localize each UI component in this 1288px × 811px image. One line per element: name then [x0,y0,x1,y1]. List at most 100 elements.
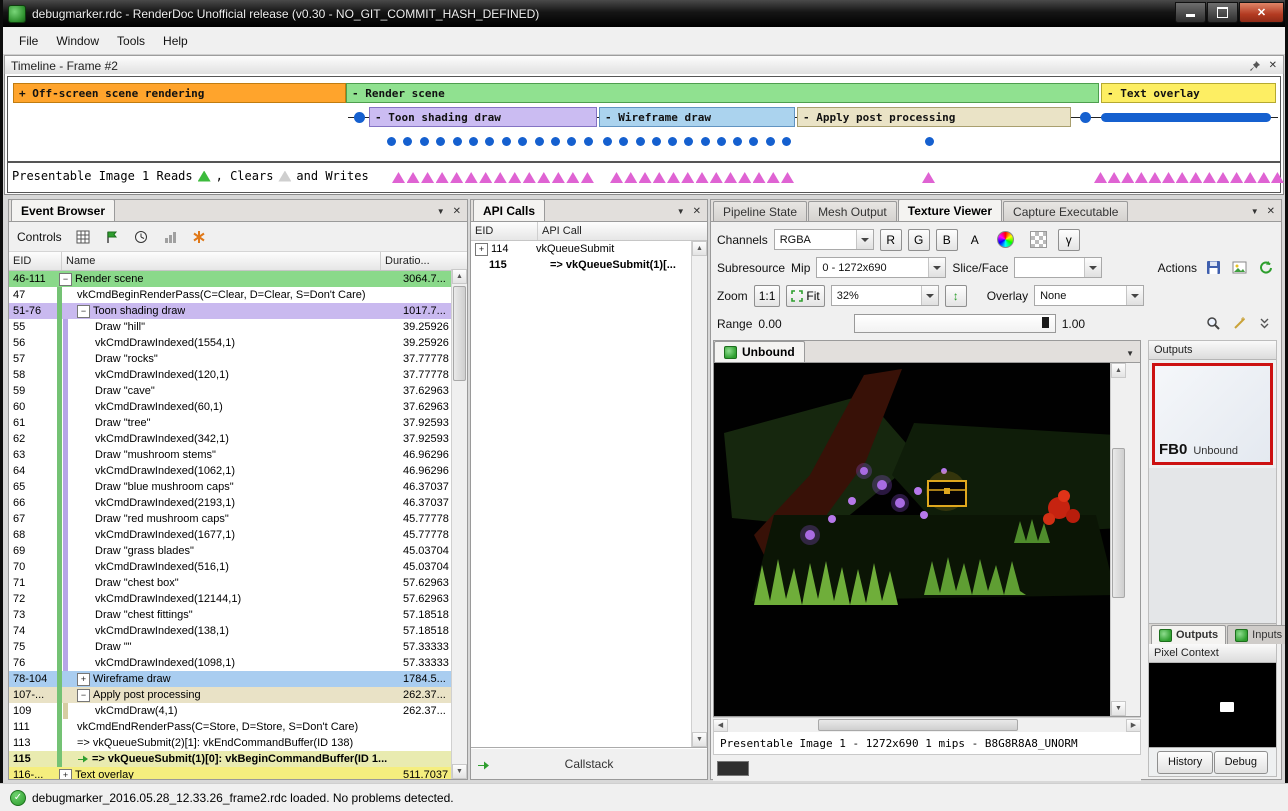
pixel-context-view[interactable] [1149,663,1276,748]
fb0-thumbnail[interactable]: FB0 Unbound [1152,363,1273,465]
timeline-body[interactable]: + Off-screen scene rendering- Render sce… [4,74,1284,195]
event-row[interactable]: 60vkCmdDrawIndexed(60,1)37.62963 [9,399,467,415]
channel-red-button[interactable]: R [880,229,902,251]
timeline-marker-bar[interactable]: - Toon shading draw [369,107,597,127]
minimize-button[interactable] [1175,2,1206,23]
sliceface-select[interactable] [1014,257,1102,278]
api-calls-close-icon[interactable]: ✕ [693,207,701,217]
texture-horizontal-scrollbar[interactable]: ◀ ▶ [713,717,1141,732]
history-button[interactable]: History [1157,751,1213,774]
event-row[interactable]: 64vkCmdDrawIndexed(1062,1)46.96296 [9,463,467,479]
timeline-marker-bar[interactable]: - Apply post processing [797,107,1071,127]
tab-texture-unbound[interactable]: Unbound [714,341,805,362]
collapse-icon[interactable]: − [77,689,90,702]
draw-dot-icon[interactable] [420,137,429,146]
event-row[interactable]: 113=> vkQueueSubmit(2)[1]: vkEndCommandB… [9,735,467,751]
timeline-draw-dots[interactable] [387,137,593,146]
save-icon[interactable] [1203,258,1223,278]
overlay-select[interactable]: None [1034,285,1144,306]
tab-inputs[interactable]: Inputs [1227,625,1288,644]
tab-event-browser[interactable]: Event Browser [11,199,115,221]
api-call-row[interactable]: +114vkQueueSubmit [471,241,692,257]
event-browser-scrollbar[interactable]: ▲ ▼ [451,269,467,779]
bookmark-asterisk-icon[interactable] [189,227,209,247]
channel-blue-button[interactable]: B [936,229,958,251]
scroll-down-icon[interactable]: ▼ [1111,701,1126,716]
event-row[interactable]: 58vkCmdDrawIndexed(120,1)37.77778 [9,367,467,383]
channels-select[interactable]: RGBA [774,229,874,250]
close-button[interactable]: ✕ [1239,2,1284,23]
export-image-icon[interactable] [1229,258,1249,278]
collapse-icon[interactable]: − [59,273,72,286]
event-row[interactable]: 55Draw "hill"39.25926 [9,319,467,335]
event-row[interactable]: 109vkCmdDraw(4,1)262.37... [9,703,467,719]
pin-icon[interactable] [1249,60,1261,72]
checkerboard-button[interactable] [1025,229,1052,251]
range-slider-handle[interactable] [1042,317,1049,328]
scroll-up-icon[interactable]: ▲ [452,269,467,284]
menu-item-help[interactable]: Help [154,30,197,52]
gamma-button[interactable]: γ [1058,229,1080,251]
api-calls-column-headers[interactable]: EID API Call [471,222,707,241]
draw-dot-icon[interactable] [469,137,478,146]
event-row[interactable]: 62vkCmdDrawIndexed(342,1)37.92593 [9,431,467,447]
expand-icon[interactable]: + [59,769,72,780]
event-row[interactable]: 56vkCmdDrawIndexed(1554,1)39.25926 [9,335,467,351]
collapse-icon[interactable]: − [77,305,90,318]
timeline-close-icon[interactable]: ✕ [1269,61,1277,71]
zoom-fit-button[interactable]: Fit [786,285,824,307]
draw-dot-icon[interactable] [749,137,758,146]
draw-dot-icon[interactable] [485,137,494,146]
scroll-right-icon[interactable]: ▶ [1126,719,1141,732]
draw-dot-icon[interactable] [535,137,544,146]
draw-dot-icon[interactable] [603,137,612,146]
maximize-button[interactable] [1207,2,1238,23]
draw-dot-icon[interactable] [668,137,677,146]
panel-close-icon[interactable]: ✕ [1267,207,1275,217]
timeline-draw-dots[interactable] [603,137,791,146]
draw-dot-icon[interactable] [782,137,791,146]
event-browser-close-icon[interactable]: ✕ [453,207,461,217]
texture-list-chevron-icon[interactable]: ▼ [1126,350,1134,358]
goto-flag-icon[interactable] [102,227,122,247]
draw-dot-icon[interactable] [652,137,661,146]
browse-icon[interactable] [73,227,93,247]
event-row[interactable]: 57Draw "rocks"37.77778 [9,351,467,367]
timeline-marker-bar[interactable]: + Off-screen scene rendering [13,83,346,103]
chevron-down-icon[interactable]: ▼ [677,208,685,216]
mip-select[interactable]: 0 - 1272x690 [816,257,946,278]
draw-dot-icon[interactable] [387,137,396,146]
draw-dot-icon[interactable] [453,137,462,146]
draw-dot-icon[interactable] [733,137,742,146]
event-row[interactable]: 107-...−Apply post processing262.37... [9,687,467,703]
event-row[interactable]: 75Draw ""57.33333 [9,639,467,655]
api-calls-scrollbar[interactable]: ▲ ▼ [691,241,707,747]
tab-outputs[interactable]: Outputs [1151,625,1226,644]
draw-dot-icon[interactable] [436,137,445,146]
scroll-down-icon[interactable]: ▼ [692,732,707,747]
titlebar[interactable]: debugmarker.rdc - RenderDoc Unofficial r… [0,0,1288,27]
draw-dot-icon[interactable] [619,137,628,146]
draw-dot-icon[interactable] [717,137,726,146]
draw-dot-icon[interactable] [403,137,412,146]
event-browser-column-headers[interactable]: EID Name Duratio... [9,252,467,271]
menu-item-tools[interactable]: Tools [108,30,154,52]
colorwheel-button[interactable] [992,229,1019,251]
draw-dot-icon[interactable] [502,137,511,146]
event-row[interactable]: 115=> vkQueueSubmit(1)[0]: vkBeginComman… [9,751,467,767]
timeline-draw-dots[interactable] [924,137,934,146]
event-row[interactable]: 68vkCmdDrawIndexed(1677,1)45.77778 [9,527,467,543]
toolbar-overflow-icon[interactable] [1255,314,1275,334]
menu-item-file[interactable]: File [10,30,47,52]
menu-item-window[interactable]: Window [47,30,108,52]
draw-dot-icon[interactable] [584,137,593,146]
draw-dot-icon[interactable] [518,137,527,146]
draw-dot-icon[interactable] [684,137,693,146]
timeline-marker-bar[interactable]: - Wireframe draw [599,107,795,127]
tab-mesh-output[interactable]: Mesh Output [808,201,897,221]
chevron-down-icon[interactable]: ▼ [1251,208,1259,216]
tab-pipeline-state[interactable]: Pipeline State [713,201,807,221]
event-row[interactable]: 63Draw "mushroom stems"46.96296 [9,447,467,463]
tab-api-calls[interactable]: API Calls [473,199,545,221]
event-row[interactable]: 69Draw "grass blades"45.03704 [9,543,467,559]
